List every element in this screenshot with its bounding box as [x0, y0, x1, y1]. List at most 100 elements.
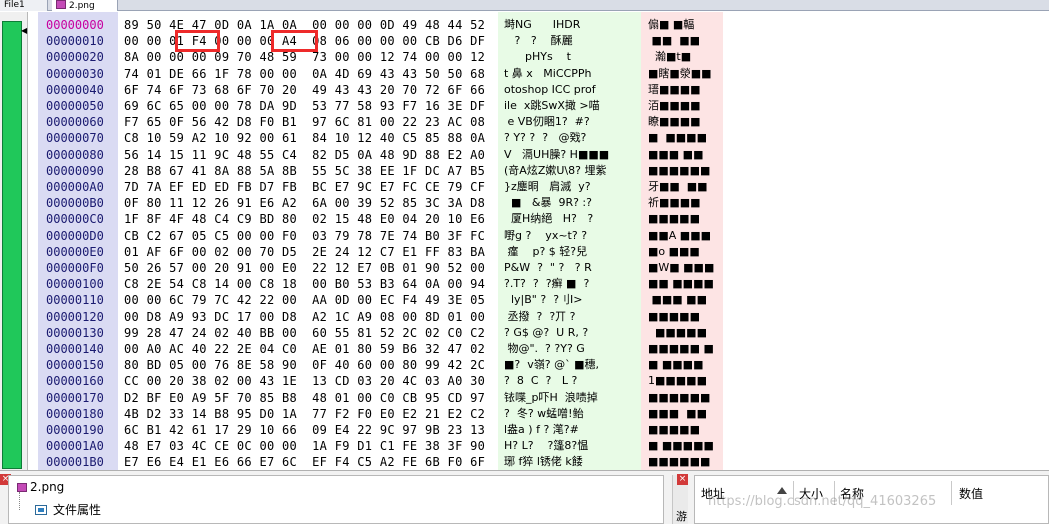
tree-item-file-properties[interactable]: 文件属性 — [35, 501, 101, 518]
row-ascii[interactable]: 嘢g ? yx~t? ? — [504, 228, 640, 244]
row-ascii[interactable]: 丞撥 ? ?丌 ? — [504, 309, 640, 325]
row-ascii-secondary[interactable]: ■■■ ■■ — [648, 406, 720, 422]
row-hex-bytes[interactable]: 6C B1 42 61 17 29 10 66 09 E4 22 9C 97 9… — [124, 422, 485, 438]
row-ascii[interactable]: V 滆UΗ臊? H■■■ — [504, 147, 640, 163]
row-ascii[interactable]: H? L? ?篷8?愠 — [504, 438, 640, 454]
row-hex-bytes[interactable]: C8 10 59 A2 10 92 00 61 84 10 12 40 C5 8… — [124, 130, 485, 146]
row-ascii-secondary[interactable]: ■■A ■■■ — [648, 228, 720, 244]
row-ascii[interactable]: ile x跳SwX撖 >喵 — [504, 98, 640, 114]
row-hex-bytes[interactable]: 00 00 6C 79 7C 42 22 00 AA 0D 00 EC F4 4… — [124, 292, 485, 308]
row-hex-bytes[interactable]: 28 B8 67 41 8A 88 5A 8B 55 5C 38 EE 1F D… — [124, 163, 485, 179]
row-ascii-secondary[interactable]: ■■■■■ ■ — [648, 341, 720, 357]
row-ascii[interactable]: t 鼻 x MiCCPPh — [504, 66, 640, 82]
row-hex-bytes[interactable]: 80 BD 05 00 76 8E 58 90 0F 40 60 00 80 9… — [124, 357, 485, 373]
row-ascii-secondary[interactable]: ■■ ■■■■ — [648, 276, 720, 292]
row-ascii[interactable]: ? Y? ? ? @戣? — [504, 130, 640, 146]
structure-tree[interactable]: 2.png 文件属性 — [8, 475, 664, 524]
header-value[interactable]: 数值 — [959, 485, 983, 501]
row-ascii[interactable]: l盎a ) f ? 滗?# — [504, 422, 640, 438]
row-ascii-secondary[interactable]: ■ ■■■■ — [648, 130, 720, 146]
tab-bar: File1 2.png — [0, 0, 1049, 11]
row-hex-bytes[interactable]: F7 65 0F 56 42 D8 F0 B1 97 6C 81 00 22 2… — [124, 114, 485, 130]
row-ascii[interactable]: ■ &暴 9R? :? — [504, 195, 640, 211]
row-hex-bytes[interactable]: CB C2 67 05 C5 00 00 F0 03 79 78 7E 74 B… — [124, 228, 485, 244]
row-ascii[interactable]: 物@". ? ?Y? G — [504, 341, 640, 357]
row-ascii-secondary[interactable]: 牙■■ ■■ — [648, 179, 720, 195]
row-ascii-secondary[interactable]: ■■■ ■■ — [648, 147, 720, 163]
row-hex-bytes[interactable]: 69 6C 65 00 00 78 DA 9D 53 77 58 93 F7 1… — [124, 98, 485, 114]
row-ascii-secondary[interactable]: ■■■■■ — [648, 211, 720, 227]
row-ascii-secondary[interactable]: ■瞎■滎■■ — [648, 66, 720, 82]
row-hex-bytes[interactable]: 74 01 DE 66 1F 78 00 00 0A 4D 69 43 43 5… — [124, 66, 485, 82]
row-ascii-secondary[interactable]: 傓■ ■輻 — [648, 17, 720, 33]
row-offset: 00000180 — [46, 407, 104, 421]
row-hex-bytes[interactable]: C8 2E 54 C8 14 00 C8 18 00 B0 53 B3 64 0… — [124, 276, 485, 292]
file-overview-bar[interactable] — [2, 21, 22, 469]
row-ascii[interactable]: 铱喋_p吓H 浪啧掉 — [504, 390, 640, 406]
row-ascii[interactable]: 瘽 p? $ 轻?兒 — [504, 244, 640, 260]
row-hex-bytes[interactable]: 00 D8 A9 93 DC 17 00 D8 A2 1C A9 08 00 8… — [124, 309, 485, 325]
row-hex-bytes[interactable]: 56 14 15 11 9C 48 55 C4 82 D5 0A 48 9D 8… — [124, 147, 485, 163]
tab-2-png[interactable]: 2.png — [52, 0, 118, 11]
row-ascii[interactable]: ?.T? ? ?癣 ■ ? — [504, 276, 640, 292]
row-hex-bytes[interactable]: 48 E7 03 4C CE 0C 00 00 1A F9 D1 C1 FE 3… — [124, 438, 485, 454]
row-hex-bytes[interactable]: E7 E6 E4 E1 E6 66 E7 6C EF F4 C5 A2 FE 6… — [124, 454, 485, 470]
row-ascii-secondary[interactable]: 瞭■■■■ — [648, 114, 720, 130]
row-ascii-secondary[interactable]: 洦■■■■ — [648, 98, 720, 114]
row-ascii-secondary[interactable]: ■■■■■■ — [648, 163, 720, 179]
row-ascii-secondary[interactable]: ■■■ ■■ — [648, 292, 720, 308]
row-ascii[interactable]: otoshop ICC prof — [504, 82, 640, 98]
row-offset: 00000110 — [46, 293, 104, 307]
row-ascii-secondary[interactable]: 瑨■■■■ — [648, 82, 720, 98]
row-ascii[interactable]: ? 8 C ? L ? — [504, 373, 640, 389]
row-hex-bytes[interactable]: D2 BF E0 A9 5F 70 85 B8 48 01 00 C0 CB 9… — [124, 390, 485, 406]
row-ascii-secondary[interactable]: ■■■■■■ — [648, 454, 720, 470]
row-ascii-secondary[interactable]: ■o ■■■ — [648, 244, 720, 260]
side-label: 游 — [676, 510, 687, 523]
row-ascii-secondary[interactable]: 1■■■■■ — [648, 373, 720, 389]
row-ascii[interactable]: e VB仞睏1? #? — [504, 114, 640, 130]
row-offset: 000001A0 — [46, 439, 104, 453]
tree-child-label: 文件属性 — [53, 503, 102, 517]
row-hex-bytes[interactable]: 1F 8F 4F 48 C4 C9 BD 80 02 15 48 E0 04 2… — [124, 211, 485, 227]
row-offset: 00000070 — [46, 131, 104, 145]
row-ascii-secondary[interactable]: ■ ■■■■ — [648, 357, 720, 373]
tab-file1[interactable]: File1 — [0, 0, 48, 11]
row-ascii[interactable]: (竒A炫Z嫰U\8? 埋紫 — [504, 163, 640, 179]
row-hex-bytes[interactable]: 01 AF 6F 00 02 00 70 D5 2E 24 12 C7 E1 F… — [124, 244, 485, 260]
row-hex-bytes[interactable]: 0F 80 11 12 26 91 E6 A2 6A 00 39 52 85 3… — [124, 195, 485, 211]
row-ascii-secondary[interactable]: ■■■■■ — [648, 309, 720, 325]
row-hex-bytes[interactable]: 4B D2 33 14 B8 95 D0 1A 77 F2 F0 E0 E2 2… — [124, 406, 485, 422]
row-ascii[interactable]: ? G$ @? U R, ? — [504, 325, 640, 341]
tree-item-root[interactable]: 2.png — [17, 480, 64, 494]
row-ascii[interactable]: ■? v嶺? @` ■穗, — [504, 357, 640, 373]
row-hex-bytes[interactable]: 99 28 47 24 02 40 BB 00 60 55 81 52 2C 0… — [124, 325, 485, 341]
row-hex-bytes[interactable]: 50 26 57 00 20 91 00 E0 22 12 E7 0B 01 9… — [124, 260, 485, 276]
row-ascii-secondary[interactable]: ■ ■■■■■ — [648, 438, 720, 454]
row-ascii[interactable]: ? ? 酥麗 — [504, 33, 640, 49]
row-offset: 00000150 — [46, 358, 104, 372]
row-ascii[interactable]: P&W ? " ? ? R — [504, 260, 640, 276]
row-ascii-secondary[interactable]: ■W■ ■■■ — [648, 260, 720, 276]
header-divider — [951, 481, 952, 505]
close-table-icon[interactable]: × — [677, 474, 688, 485]
row-ascii-secondary[interactable]: ■■ ■■ — [648, 33, 720, 49]
row-hex-bytes[interactable]: 6F 74 6F 73 68 6F 70 20 49 43 43 20 70 7… — [124, 82, 485, 98]
row-ascii-secondary[interactable]: 祈■■■■ — [648, 195, 720, 211]
row-ascii-secondary[interactable]: ■■■■■■ — [648, 390, 720, 406]
row-ascii[interactable]: 塒NG IHDR — [504, 17, 640, 33]
row-ascii[interactable]: ly|B" ? ?刂I> — [504, 292, 640, 308]
row-ascii[interactable]: pHYs t — [504, 49, 640, 65]
row-hex-bytes[interactable]: CC 00 20 38 02 00 43 1E 13 CD 03 20 4C 0… — [124, 373, 485, 389]
row-ascii-secondary[interactable]: ■■■■■ — [648, 422, 720, 438]
row-ascii[interactable]: ? 冬? w蜢噌!鲐 — [504, 406, 640, 422]
row-ascii[interactable]: 琊 f猝 l锈佬 k餧 — [504, 454, 640, 470]
properties-icon — [35, 505, 47, 515]
row-ascii-secondary[interactable]: ■■■■■ — [648, 325, 720, 341]
row-ascii[interactable]: }z鏖晍 肩滅 y? — [504, 179, 640, 195]
row-hex-bytes[interactable]: 00 A0 AC 40 22 2E 04 C0 AE 01 80 59 B6 3… — [124, 341, 485, 357]
row-ascii[interactable]: 厦H纳絕 H? ? — [504, 211, 640, 227]
sort-ascending-icon[interactable] — [777, 487, 787, 494]
row-hex-bytes[interactable]: 7D 7A EF ED ED FB D7 FB BC E7 9C E7 FC C… — [124, 179, 485, 195]
row-ascii-secondary[interactable]: 瀚■t■ — [648, 49, 720, 65]
